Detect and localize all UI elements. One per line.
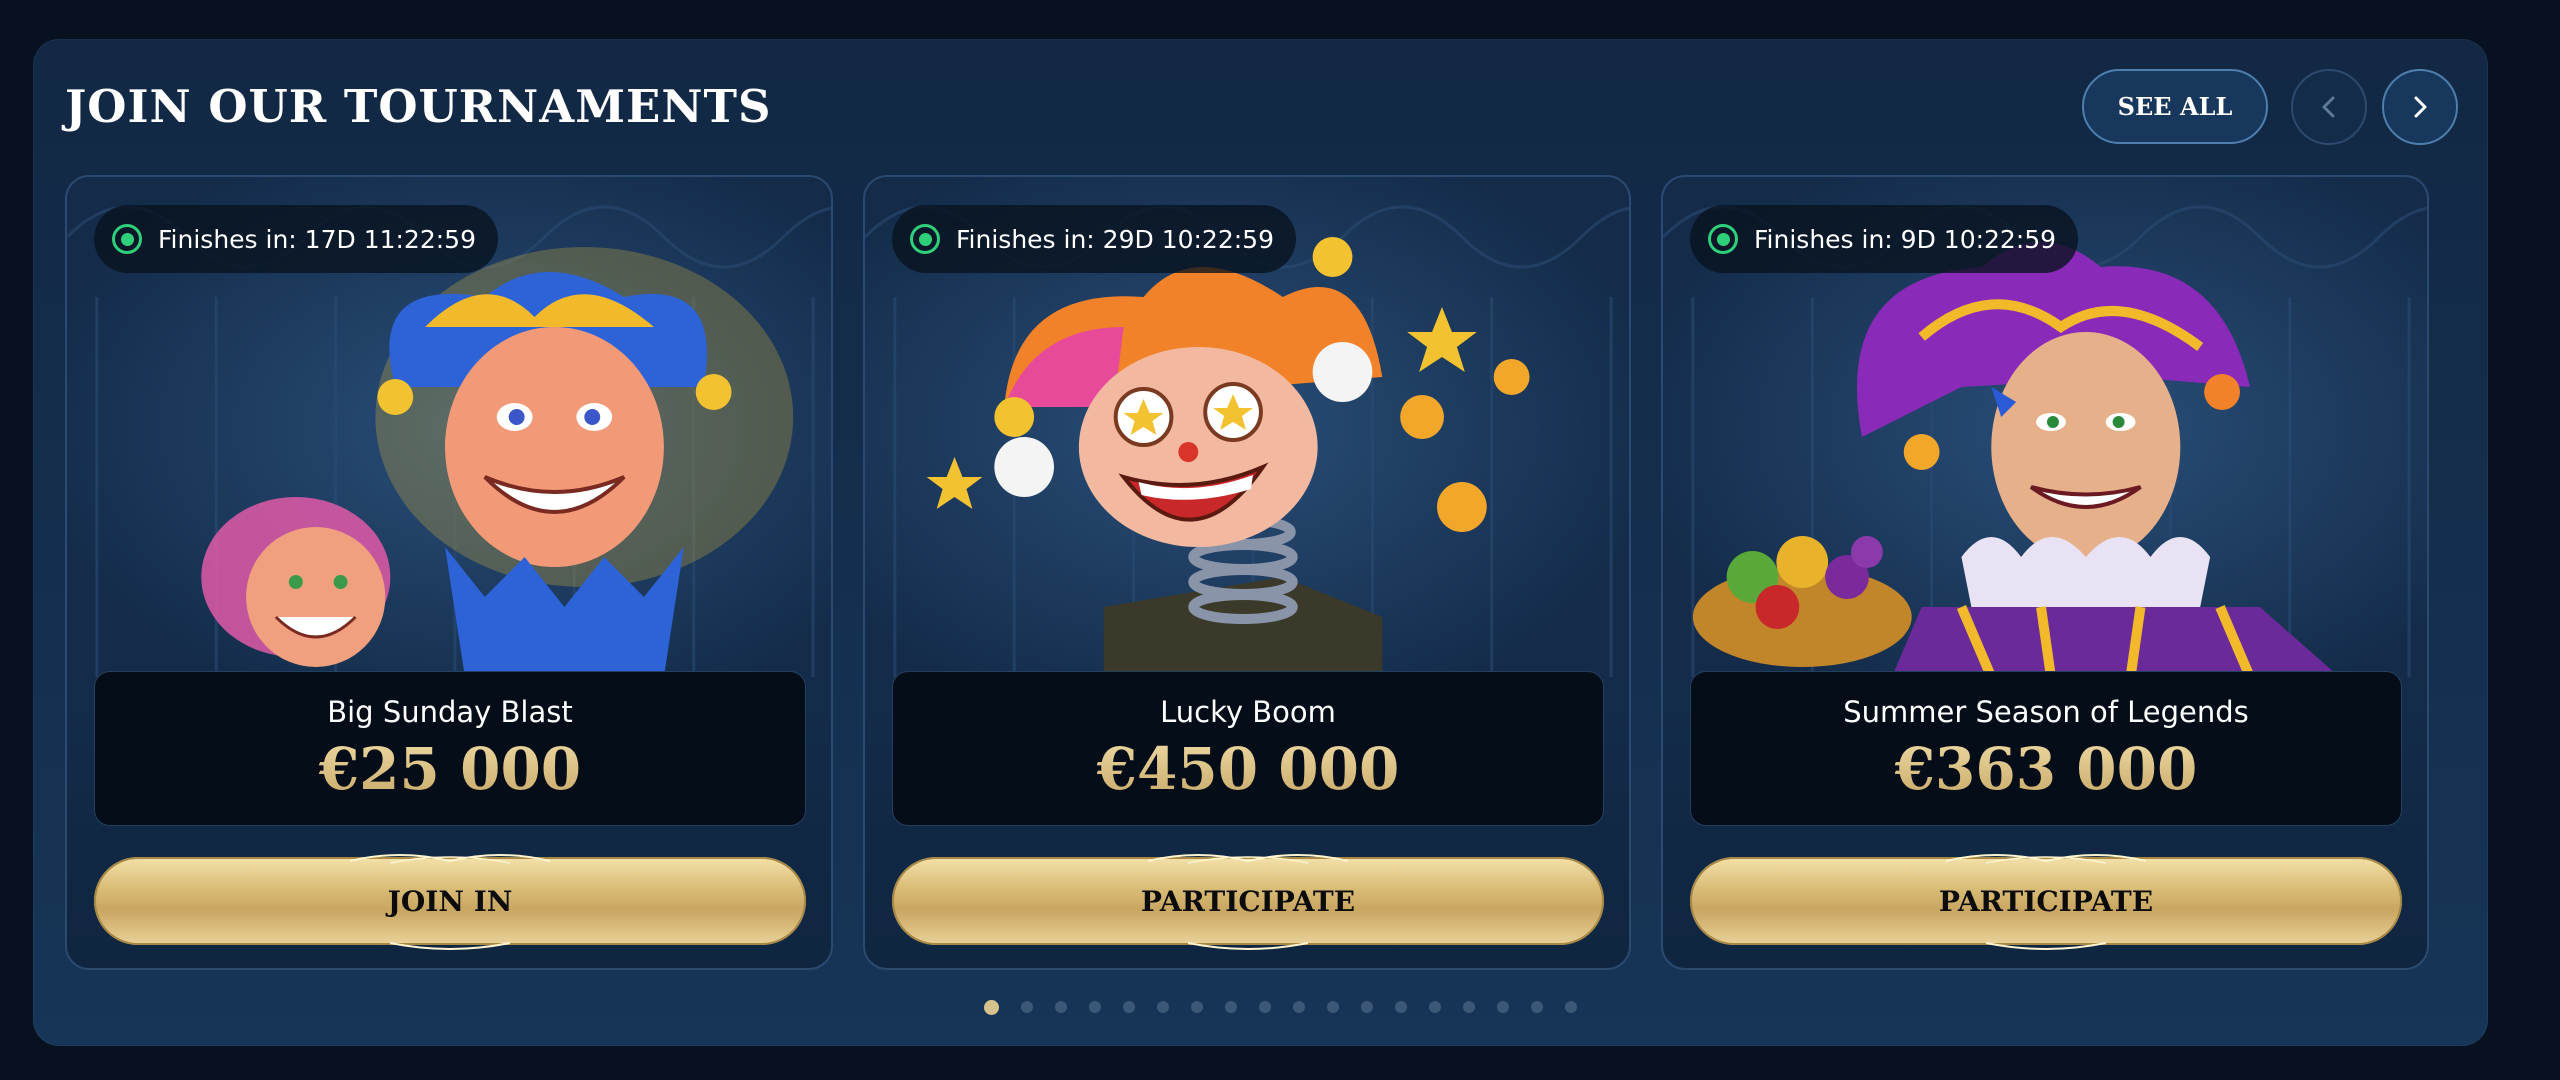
ornament-top-icon	[350, 854, 550, 864]
tournament-info: Lucky Boom €450 000	[892, 671, 1604, 826]
ornament-bottom-icon	[1188, 942, 1308, 950]
ornament-bottom-icon	[1986, 942, 2106, 950]
tournament-prize: €25 000	[318, 734, 582, 803]
join-in-button[interactable]: JOIN IN	[94, 854, 806, 950]
pagination-dot[interactable]	[1462, 1001, 1475, 1013]
participate-button[interactable]: PARTICIPATE	[892, 854, 1604, 950]
pagination-dot[interactable]	[1190, 1001, 1203, 1013]
pagination-dot[interactable]	[1292, 1001, 1305, 1013]
countdown-badge: Finishes in: 29D 10:22:59	[892, 205, 1296, 273]
countdown-badge: Finishes in: 17D 11:22:59	[94, 205, 498, 273]
tournament-info: Big Sunday Blast €25 000	[94, 671, 806, 826]
countdown-text: Finishes in: 29D 10:22:59	[956, 224, 1274, 254]
countdown-text: Finishes in: 17D 11:22:59	[158, 224, 476, 254]
pagination-dot[interactable]	[1496, 1001, 1509, 1013]
tournament-card[interactable]: Finishes in: 29D 10:22:59 Lucky Boom €45…	[863, 175, 1631, 970]
pagination-dot[interactable]	[1122, 1001, 1135, 1013]
countdown-badge: Finishes in: 9D 10:22:59	[1690, 205, 2079, 273]
ornament-top-icon	[1946, 854, 2146, 864]
tournament-card[interactable]: Finishes in: 17D 11:22:59 Big Sunday Bla…	[65, 175, 833, 970]
carousel-next-button[interactable]	[2382, 69, 2458, 145]
countdown-text: Finishes in: 9D 10:22:59	[1754, 224, 2057, 254]
pagination-dot[interactable]	[1326, 1001, 1339, 1013]
tournament-name: Big Sunday Blast	[327, 694, 573, 729]
pagination-dot[interactable]	[1156, 1001, 1169, 1013]
pagination-dot[interactable]	[1360, 1001, 1373, 1013]
cta-label: PARTICIPATE	[1140, 884, 1356, 918]
live-indicator-icon	[1708, 224, 1738, 254]
ornament-top-icon	[1148, 854, 1348, 864]
pagination-dot[interactable]	[1054, 1001, 1067, 1013]
pagination-dot[interactable]	[983, 1000, 999, 1015]
tournament-prize: €363 000	[1894, 734, 2198, 803]
tournament-name: Lucky Boom	[1160, 694, 1336, 729]
chevron-right-icon	[2414, 96, 2427, 118]
pagination-dot[interactable]	[1394, 1001, 1407, 1013]
ornament-bottom-icon	[390, 942, 510, 950]
carousel-prev-button[interactable]	[2291, 69, 2367, 145]
see-all-button[interactable]: SEE ALL	[2082, 69, 2268, 144]
pagination-dot[interactable]	[1020, 1001, 1033, 1013]
carousel-pagination	[0, 1000, 2560, 1015]
cta-label: PARTICIPATE	[1938, 884, 2154, 918]
pagination-dot[interactable]	[1530, 1001, 1543, 1013]
pagination-dot[interactable]	[1428, 1001, 1441, 1013]
chevron-left-icon	[2322, 96, 2335, 118]
cta-label: JOIN IN	[387, 884, 513, 918]
tournament-name: Summer Season of Legends	[1843, 694, 2249, 729]
pagination-dot[interactable]	[1088, 1001, 1101, 1013]
pagination-dot[interactable]	[1564, 1001, 1577, 1013]
tournament-card[interactable]: Finishes in: 9D 10:22:59 Summer Season o…	[1661, 175, 2429, 970]
pagination-dot[interactable]	[1258, 1001, 1271, 1013]
pagination-dot[interactable]	[1224, 1001, 1237, 1013]
participate-button[interactable]: PARTICIPATE	[1690, 854, 2402, 950]
tournament-prize: €450 000	[1096, 734, 1400, 803]
live-indicator-icon	[910, 224, 940, 254]
section-title: JOIN OUR TOURNAMENTS	[65, 80, 772, 133]
live-indicator-icon	[112, 224, 142, 254]
tournament-info: Summer Season of Legends €363 000	[1690, 671, 2402, 826]
